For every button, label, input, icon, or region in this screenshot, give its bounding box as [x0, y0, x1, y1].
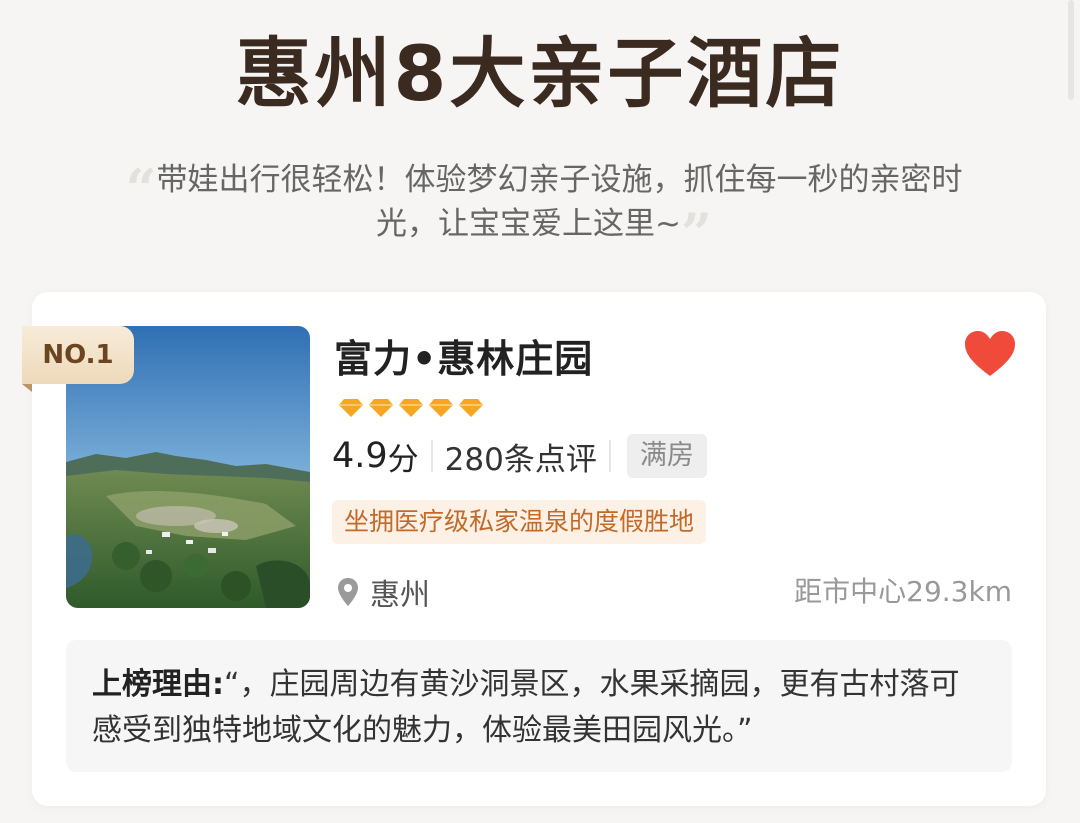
subtitle-text: 带娃出行很轻松！体验梦幻亲子设施，抓住每一秒的亲密时光，让宝宝爱上这里~	[156, 162, 963, 242]
hotel-card[interactable]: NO.1 富力•惠林庄园 4.9 分 280条点评 满房 坐拥医疗级私家温泉的度…	[22, 292, 1046, 806]
page: 惠州8大亲子酒店 “带娃出行很轻松！体验梦幻亲子设施，抓住每一秒的亲密时光，让宝…	[0, 0, 1080, 823]
diamond-icon	[339, 399, 363, 417]
feature-tag: 坐拥医疗级私家温泉的度假胜地	[332, 500, 707, 544]
location-pin-icon	[338, 578, 358, 606]
status-badge: 满房	[626, 434, 707, 478]
diamond-icon	[369, 399, 393, 417]
rating-row: 4.9 分 280条点评 满房	[332, 434, 707, 478]
diamond-icon	[399, 399, 423, 417]
diamond-icon	[429, 399, 453, 417]
rank-badge: NO.1	[22, 326, 134, 384]
hotel-name[interactable]: 富力•惠林庄园	[334, 328, 593, 383]
subtitle: “带娃出行很轻松！体验梦幻亲子设施，抓住每一秒的亲密时光，让宝宝爱上这里~”	[104, 157, 984, 260]
open-quote-icon: “	[125, 157, 157, 221]
reason-box: 上榜理由:“，庄园周边有黄沙洞景区，水果采摘园，更有古村落可感受到独特地域文化的…	[66, 640, 1012, 772]
divider	[430, 440, 433, 472]
divider	[608, 440, 611, 472]
distance-text: 距市中心29.3km	[794, 575, 1012, 608]
score-unit: 分	[387, 441, 419, 478]
diamond-icon	[459, 399, 483, 417]
reason-label: 上榜理由:	[92, 667, 224, 702]
location-text: 惠州	[370, 578, 430, 613]
review-count[interactable]: 280条点评	[445, 434, 597, 479]
diamond-rating	[338, 398, 484, 418]
heart-icon[interactable]	[964, 330, 1016, 378]
location: 惠州	[336, 570, 430, 614]
page-title: 惠州8大亲子酒店	[235, 29, 845, 118]
rank-badge-fold	[22, 384, 32, 392]
close-quote-icon: ”	[680, 201, 713, 265]
score-value: 4.9	[332, 436, 388, 476]
